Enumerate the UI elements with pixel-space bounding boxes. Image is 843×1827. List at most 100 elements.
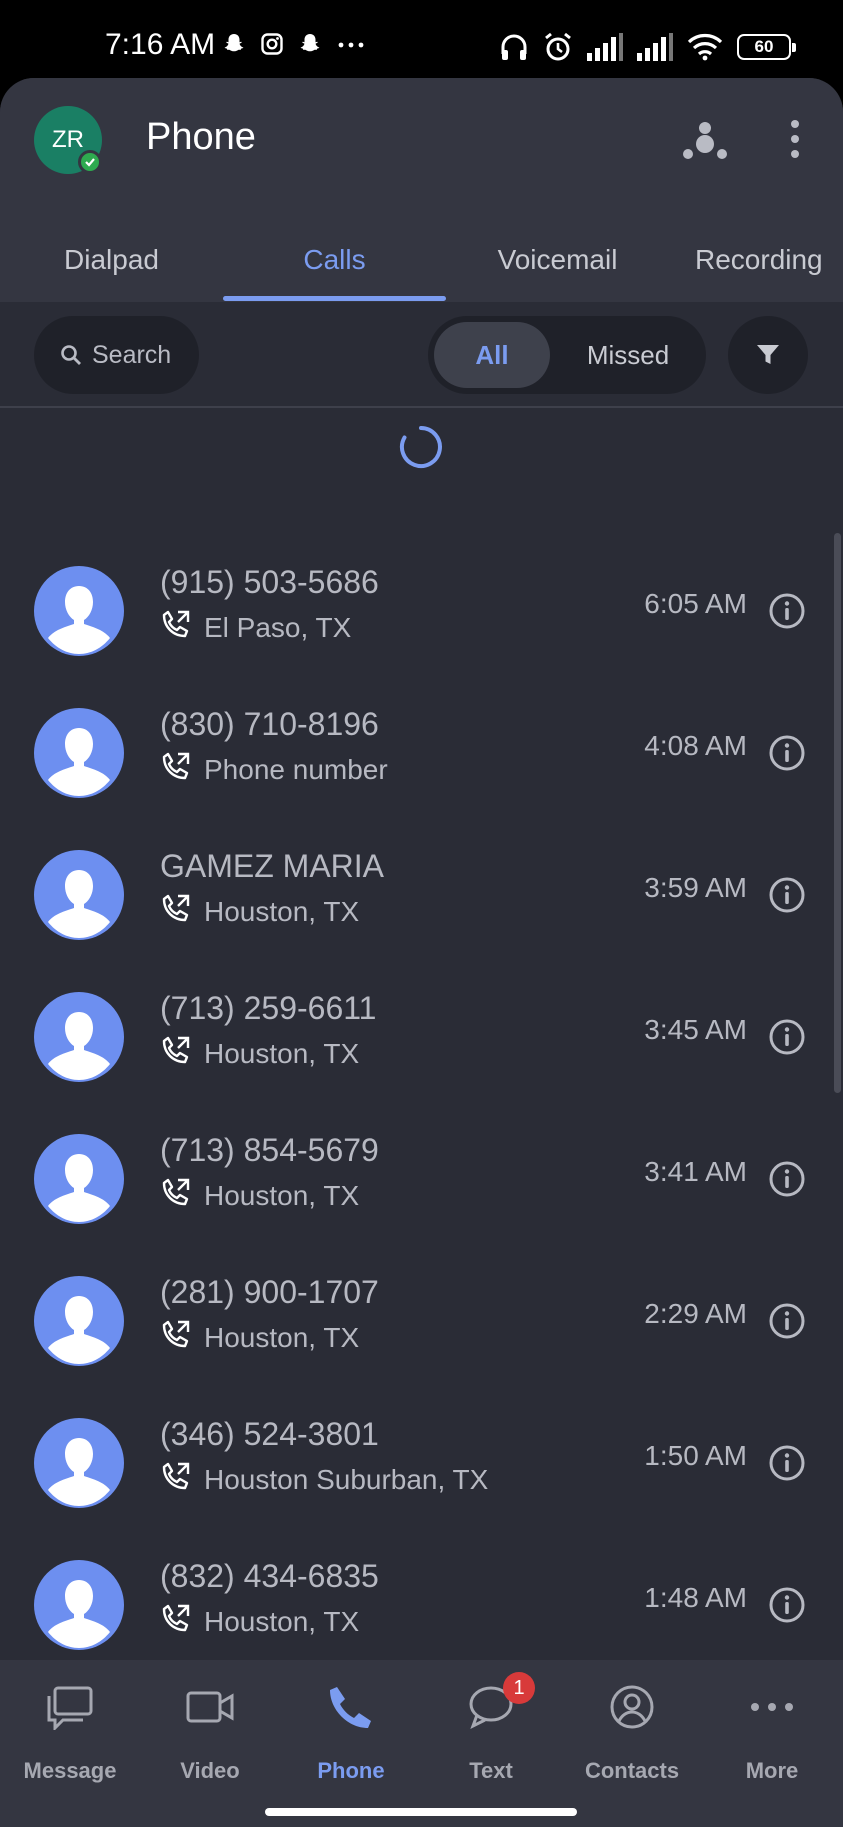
wifi-icon [687,34,723,61]
outgoing-call-icon [160,1034,192,1073]
search-input[interactable]: Search [34,316,199,394]
call-time: 3:45 AM [644,1014,747,1045]
contact-avatar-icon [34,1418,124,1508]
home-indicator[interactable] [265,1808,577,1816]
nav-more[interactable]: More [702,1660,842,1800]
loading-spinner [399,426,442,468]
call-time: 3:41 AM [644,1156,747,1187]
call-location: Houston Suburban, TX [204,1463,489,1495]
filter-button[interactable] [728,316,808,394]
info-icon[interactable] [768,1018,806,1056]
info-icon[interactable] [768,592,806,630]
status-time: 7:16 AM [105,28,216,61]
call-contact-name: (713) 259-6611 [160,990,377,1026]
call-row[interactable]: (830) 710-8196 Phone number 4:08 AM [0,682,843,824]
call-time: 4:08 AM [644,730,747,761]
nav-text[interactable]: Text 1 [421,1660,561,1800]
contact-avatar-icon [34,1276,124,1366]
hub-icon[interactable] [680,114,730,164]
call-location: Houston, TX [204,1605,360,1637]
contact-avatar-icon [34,708,124,798]
contact-avatar-icon [34,992,124,1082]
outgoing-call-icon [160,1318,192,1357]
active-tab-indicator [223,296,446,301]
tab-recording[interactable]: Recording [695,218,843,302]
call-subtitle: El Paso, TX [160,608,351,647]
nav-contacts[interactable]: Contacts [562,1660,702,1800]
info-icon[interactable] [768,876,806,914]
message-icon [43,1680,97,1734]
signal-icon [587,33,623,61]
call-contact-name: (832) 434-6835 [160,1558,379,1594]
unread-badge: 1 [503,1672,535,1704]
outgoing-call-icon [160,892,192,931]
phone-icon [324,1680,378,1734]
video-icon [183,1680,237,1734]
contacts-icon [605,1680,659,1734]
filter-all-button[interactable]: All [434,322,550,388]
phone-app-screen: 7:16 AM 60 ZR Phone Dialpad Calls Voicem… [0,0,843,1827]
filter-bar: Search All Missed [0,302,843,408]
call-time: 2:29 AM [644,1298,747,1329]
overflow-menu-icon[interactable] [780,116,810,162]
call-subtitle: Houston, TX [160,1176,359,1215]
contact-avatar-icon [34,850,124,940]
more-dots-icon [338,42,364,48]
nav-label: Video [180,1758,240,1783]
call-subtitle: Houston, TX [160,1602,359,1641]
instagram-icon [261,33,283,55]
call-row[interactable]: (346) 524-3801 Houston Suburban, TX 1:50 A… [0,1392,843,1534]
call-row[interactable]: (713) 259-6611 Houston, TX 3:45 AM [0,966,843,1108]
status-check-icon [78,150,102,174]
system-icons: 60 [499,32,796,62]
bottom-navigation: Message Video Phone Text 1 Contacts More [0,1660,843,1827]
outgoing-call-icon [160,1176,192,1215]
call-subtitle: Houston, TX [160,892,359,931]
call-location: El Paso, TX [204,611,352,643]
call-row[interactable]: (832) 434-6835 Houston, TX 1:48 AM [0,1534,843,1676]
call-row[interactable]: GAMEZ MARIA Houston, TX 3:59 AM [0,824,843,966]
call-row[interactable]: (915) 503-5686 El Paso, TX 6:05 AM [0,540,843,682]
call-filter-toggle: All Missed [428,316,706,394]
info-icon[interactable] [768,734,806,772]
call-contact-name: (713) 854-5679 [160,1132,379,1168]
tab-dialpad[interactable]: Dialpad [0,218,223,302]
snapchat-icon [300,34,320,52]
search-icon [61,345,81,365]
tab-voicemail[interactable]: Voicemail [446,218,669,302]
call-contact-name: GAMEZ MARIA [160,848,385,884]
call-location: Houston, TX [204,1179,360,1211]
call-time: 1:48 AM [644,1582,747,1613]
call-contact-name: (915) 503-5686 [160,564,379,600]
more-icon [745,1680,799,1734]
call-row[interactable]: (281) 900-1707 Houston, TX 2:29 AM [0,1250,843,1392]
call-row[interactable]: (713) 854-5679 Houston, TX 3:41 AM [0,1108,843,1250]
tab-calls[interactable]: Calls [223,218,446,302]
app-container: ZR Phone Dialpad Calls Voicemail Recordi [0,78,843,1827]
app-header: ZR Phone Dialpad Calls Voicemail Recordi [0,78,843,302]
call-location: Houston, TX [204,1321,360,1353]
nav-label: Contacts [584,1758,680,1783]
info-icon[interactable] [768,1302,806,1340]
nav-video[interactable]: Video [140,1660,280,1800]
nav-label: More [745,1758,799,1783]
nav-label: Phone [317,1758,385,1783]
info-icon[interactable] [768,1444,806,1482]
filter-missed-button[interactable]: Missed [556,322,700,388]
outgoing-call-icon [160,608,192,647]
call-location: Houston, TX [204,895,360,927]
call-time: 1:50 AM [644,1440,747,1471]
info-icon[interactable] [768,1586,806,1624]
page-title: Phone [146,116,256,158]
filter-funnel-icon [757,345,779,364]
nav-label: Text [469,1758,513,1783]
signal-icon [637,33,673,61]
scrollbar[interactable] [834,533,841,1093]
nav-phone[interactable]: Phone [281,1660,421,1800]
info-icon[interactable] [768,1160,806,1198]
status-bar: 7:16 AM 60 [0,0,843,78]
call-list: (915) 503-5686 El Paso, TX 6:05 AM (830) 71… [0,540,843,1676]
contact-avatar-icon [34,1134,124,1224]
search-placeholder: Search [92,340,172,369]
nav-message[interactable]: Message [0,1660,140,1800]
